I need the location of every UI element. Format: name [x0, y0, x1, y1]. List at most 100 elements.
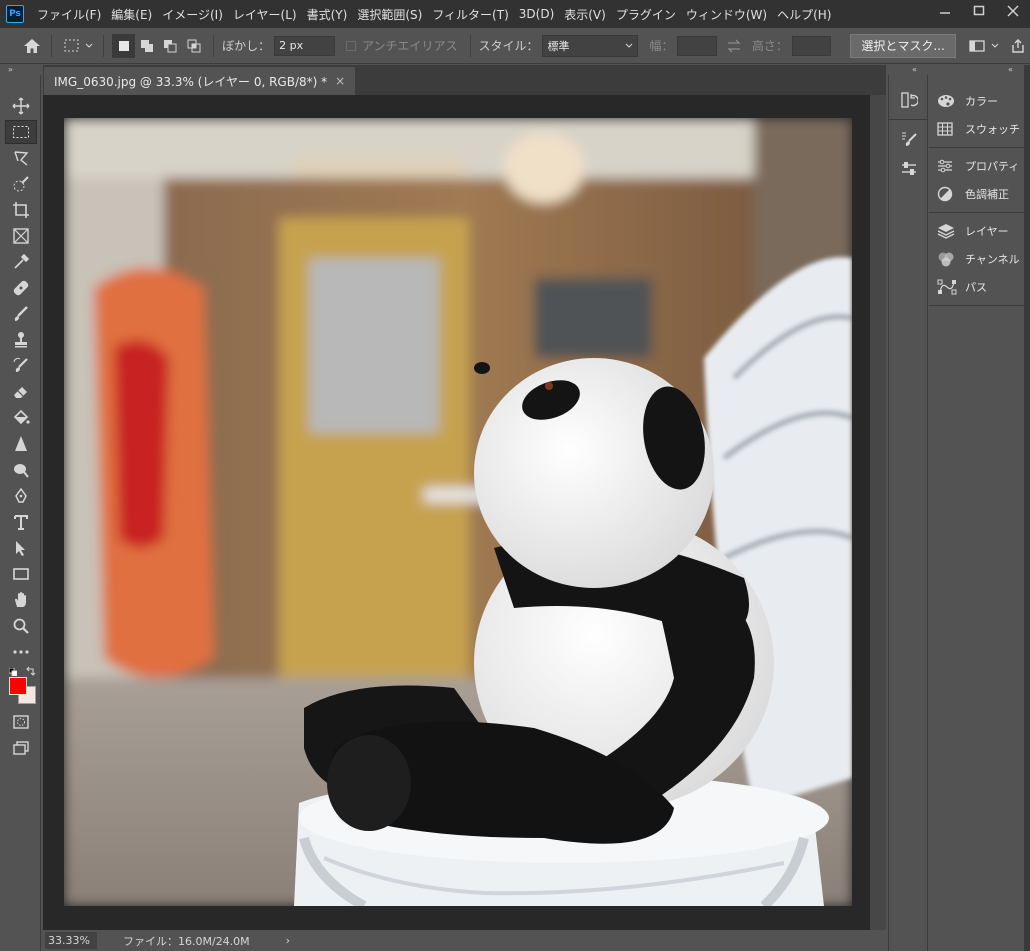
- half-circle-icon: [937, 186, 959, 202]
- home-icon[interactable]: [20, 34, 43, 58]
- dodge-tool-icon[interactable]: [0, 457, 41, 483]
- status-menu-arrow[interactable]: ›: [286, 934, 290, 947]
- swap-icon[interactable]: [723, 34, 746, 58]
- menu-filter[interactable]: フィルター(T): [427, 6, 513, 23]
- canvas-pasteboard[interactable]: [43, 95, 870, 930]
- history-panel-icon[interactable]: [889, 85, 929, 115]
- menu-layer[interactable]: レイヤー(L): [228, 6, 302, 23]
- chevron-down-icon[interactable]: [989, 34, 1001, 58]
- healing-brush-tool-icon[interactable]: [0, 275, 41, 301]
- swap-colors-icon[interactable]: [26, 665, 36, 676]
- close-window-icon[interactable]: [996, 0, 1030, 22]
- document-tab[interactable]: IMG_0630.jpg @ 33.3% (レイヤー 0, RGB/8*) * …: [44, 67, 356, 95]
- feather-input[interactable]: 2 px: [274, 35, 335, 56]
- vertical-scrollbar[interactable]: [870, 95, 886, 930]
- intersect-selection-icon[interactable]: [182, 34, 205, 58]
- sharpen-tool-icon[interactable]: [0, 431, 41, 457]
- share-icon[interactable]: [1007, 34, 1030, 58]
- marquee-preset-icon[interactable]: [60, 34, 83, 58]
- quick-mask-icon[interactable]: [0, 709, 41, 735]
- chevron-down-icon[interactable]: [84, 34, 96, 58]
- channels-panel-label: チャンネル: [965, 253, 1020, 266]
- zoom-tool-icon[interactable]: [0, 613, 41, 639]
- style-select-value: 標準: [547, 39, 570, 53]
- close-tab-icon[interactable]: ×: [335, 74, 345, 88]
- antialias-checkbox[interactable]: [346, 40, 356, 51]
- channels-icon: [937, 251, 959, 267]
- panel-dock: カラー スウォッチ プロパティ 色調補正 レイヤー チャンネル パス: [929, 75, 1024, 951]
- panel-group-color: カラー スウォッチ: [929, 83, 1024, 148]
- more-tools-icon[interactable]: [0, 639, 41, 665]
- photoshop-logo[interactable]: Ps: [6, 5, 24, 23]
- paths-panel-tab[interactable]: パス: [929, 273, 1024, 301]
- file-size-info[interactable]: ファイル：16.0M/24.0M: [123, 933, 250, 949]
- panel-expand-icon[interactable]: «: [1008, 65, 1013, 75]
- subtract-selection-icon[interactable]: [159, 34, 182, 58]
- move-tool-icon[interactable]: [0, 93, 41, 119]
- menu-view[interactable]: 表示(V): [559, 6, 611, 23]
- foreground-color-swatch[interactable]: [9, 677, 27, 695]
- paint-bucket-tool-icon[interactable]: [0, 405, 41, 431]
- antialias-label: アンチエイリアス: [361, 39, 458, 53]
- toolbar-collapse-icon[interactable]: »: [8, 65, 13, 75]
- window-controls: [928, 0, 1030, 28]
- layers-panel-tab[interactable]: レイヤー: [929, 217, 1024, 245]
- eraser-tool-icon[interactable]: [0, 379, 41, 405]
- menu-help[interactable]: ヘルプ(H): [772, 6, 836, 23]
- lasso-tool-icon[interactable]: [0, 145, 41, 171]
- crop-tool-icon[interactable]: [0, 197, 41, 223]
- menu-3d[interactable]: 3D(D): [514, 7, 559, 21]
- style-select[interactable]: 標準: [542, 34, 638, 57]
- path-selection-tool-icon[interactable]: [0, 535, 41, 561]
- pen-tool-icon[interactable]: [0, 483, 41, 509]
- paths-icon: [937, 279, 959, 295]
- panel-group-properties: プロパティ 色調補正: [929, 148, 1024, 213]
- quick-selection-tool-icon[interactable]: [0, 171, 41, 197]
- menu-window[interactable]: ウィンドウ(W): [681, 6, 772, 23]
- adjustments-panel-label: 色調補正: [965, 188, 1009, 201]
- brush-settings-icon[interactable]: [889, 124, 929, 154]
- panel-icon-column: [888, 75, 928, 951]
- document-area: IMG_0630.jpg @ 33.3% (レイヤー 0, RGB/8*) * …: [43, 65, 886, 951]
- panel-collapse-icon[interactable]: «: [912, 65, 917, 75]
- color-panel-label: カラー: [965, 95, 998, 108]
- rectangle-tool-icon[interactable]: [0, 561, 41, 587]
- feather-label: ぼかし：: [222, 39, 271, 53]
- hand-tool-icon[interactable]: [0, 587, 41, 613]
- color-swatches: [0, 665, 41, 709]
- adjustments-panel-tab[interactable]: 色調補正: [929, 180, 1024, 208]
- channels-panel-tab[interactable]: チャンネル: [929, 245, 1024, 273]
- menu-file[interactable]: ファイル(F): [32, 6, 106, 23]
- type-tool-icon[interactable]: [0, 509, 41, 535]
- swatches-panel-tab[interactable]: スウォッチ: [929, 115, 1024, 143]
- new-selection-icon[interactable]: [112, 33, 136, 58]
- menu-select[interactable]: 選択範囲(S): [352, 6, 427, 23]
- minimize-icon[interactable]: [928, 0, 962, 22]
- menu-image[interactable]: イメージ(I): [157, 6, 228, 23]
- adjustments-presets-icon[interactable]: [889, 154, 929, 184]
- menu-plugins[interactable]: プラグイン: [611, 6, 681, 23]
- menu-edit[interactable]: 編集(E): [106, 6, 157, 23]
- window-edge: [1024, 65, 1030, 951]
- default-colors-icon[interactable]: [8, 665, 18, 677]
- clone-stamp-tool-icon[interactable]: [0, 327, 41, 353]
- panel-group-layers: レイヤー チャンネル パス: [929, 213, 1024, 306]
- menu-type[interactable]: 書式(Y): [302, 6, 353, 23]
- rectangular-marquee-tool-icon[interactable]: [0, 119, 41, 145]
- workspace-icon[interactable]: [966, 34, 989, 58]
- width-input[interactable]: [677, 35, 717, 56]
- color-panel-tab[interactable]: カラー: [929, 87, 1024, 115]
- options-bar: ぼかし： 2 px アンチエイリアス スタイル： 標準 幅： 高さ： 選択とマス…: [0, 28, 1030, 64]
- brush-tool-icon[interactable]: [0, 301, 41, 327]
- canvas-image[interactable]: [64, 118, 852, 906]
- history-brush-tool-icon[interactable]: [0, 353, 41, 379]
- frame-tool-icon[interactable]: [0, 223, 41, 249]
- zoom-level-field[interactable]: 33.33%: [45, 932, 97, 949]
- select-and-mask-button[interactable]: 選択とマスク...: [850, 33, 956, 58]
- screen-mode-icon[interactable]: [0, 735, 41, 761]
- eyedropper-tool-icon[interactable]: [0, 249, 41, 275]
- properties-panel-tab[interactable]: プロパティ: [929, 152, 1024, 180]
- add-selection-icon[interactable]: [135, 34, 158, 58]
- maximize-icon[interactable]: [962, 0, 996, 22]
- height-input[interactable]: [791, 35, 831, 56]
